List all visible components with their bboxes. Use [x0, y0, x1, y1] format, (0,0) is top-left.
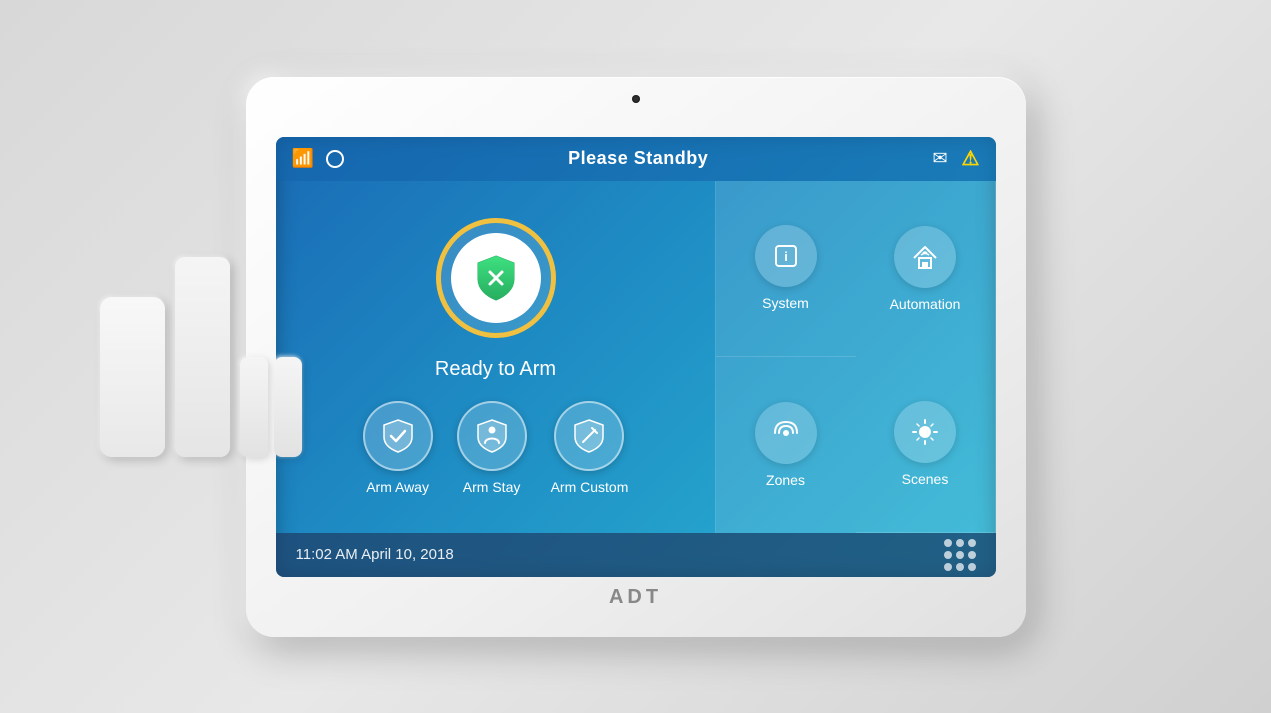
arm-custom-button[interactable]: Arm Custom [551, 401, 629, 495]
automation-icon-circle [894, 226, 956, 288]
sensor-small-2 [274, 357, 302, 457]
system-icon-circle: i [755, 225, 817, 287]
arm-stay-label: Arm Stay [463, 479, 521, 495]
system-label: System [762, 295, 809, 311]
system-button[interactable]: i System [716, 181, 856, 357]
arm-custom-shield-icon [570, 417, 608, 455]
arm-away-shield-icon [379, 417, 417, 455]
zones-label: Zones [766, 472, 805, 488]
arm-stay-circle [457, 401, 527, 471]
scene: 📶 Please Standby ✉ ⚠ [0, 0, 1271, 713]
system-icon: i [771, 241, 801, 271]
svg-text:i: i [784, 249, 788, 264]
arm-stay-button[interactable]: Arm Stay [457, 401, 527, 495]
badge-inner [451, 233, 541, 323]
status-right: ✉ ⚠ [932, 146, 979, 171]
sensors-group [100, 257, 302, 457]
apps-grid-icon[interactable] [944, 539, 976, 571]
mail-icon: ✉ [932, 148, 947, 169]
automation-icon [910, 242, 940, 272]
zones-icon-circle [755, 402, 817, 464]
arm-away-label: Arm Away [366, 479, 429, 495]
screen: 📶 Please Standby ✉ ⚠ [276, 137, 996, 577]
scenes-icon-circle [894, 401, 956, 463]
zones-icon [771, 418, 801, 448]
scenes-label: Scenes [902, 471, 949, 487]
right-panel: › i System [716, 181, 996, 533]
circle-icon [326, 150, 344, 168]
arm-stay-shield-icon [473, 417, 511, 455]
ready-label: Ready to Arm [435, 358, 556, 381]
arm-away-button[interactable]: Arm Away [363, 401, 433, 495]
status-title: Please Standby [568, 148, 708, 169]
left-panel: Ready to Arm Arm [276, 181, 716, 533]
warning-icon: ⚠ [962, 146, 980, 171]
arm-away-circle [363, 401, 433, 471]
status-left: 📶 [292, 148, 344, 169]
sensor-medium [175, 257, 230, 457]
datetime-display: 11:02 AM April 10, 2018 [296, 546, 454, 563]
adt-device: 📶 Please Standby ✉ ⚠ [246, 77, 1026, 637]
main-content: Ready to Arm Arm [276, 181, 996, 533]
ready-badge[interactable] [436, 218, 556, 338]
sensor-small-group [240, 357, 302, 457]
automation-label: Automation [890, 296, 961, 312]
wifi-icon: 📶 [292, 148, 314, 169]
sensor-small-1 [240, 357, 268, 457]
arm-buttons: Arm Away [363, 401, 629, 495]
sensor-large [100, 297, 165, 457]
adt-brand-label: ADT [609, 586, 662, 609]
zones-button[interactable]: Zones [716, 357, 856, 533]
camera [632, 95, 640, 103]
arm-custom-circle [554, 401, 624, 471]
status-bar: 📶 Please Standby ✉ ⚠ [276, 137, 996, 181]
automation-button[interactable]: Automation [856, 181, 996, 357]
scenes-icon [910, 417, 940, 447]
bottom-bar: 11:02 AM April 10, 2018 [276, 533, 996, 577]
main-shield-icon [470, 252, 522, 304]
scenes-button[interactable]: Scenes [856, 357, 996, 533]
arm-custom-label: Arm Custom [551, 479, 629, 495]
